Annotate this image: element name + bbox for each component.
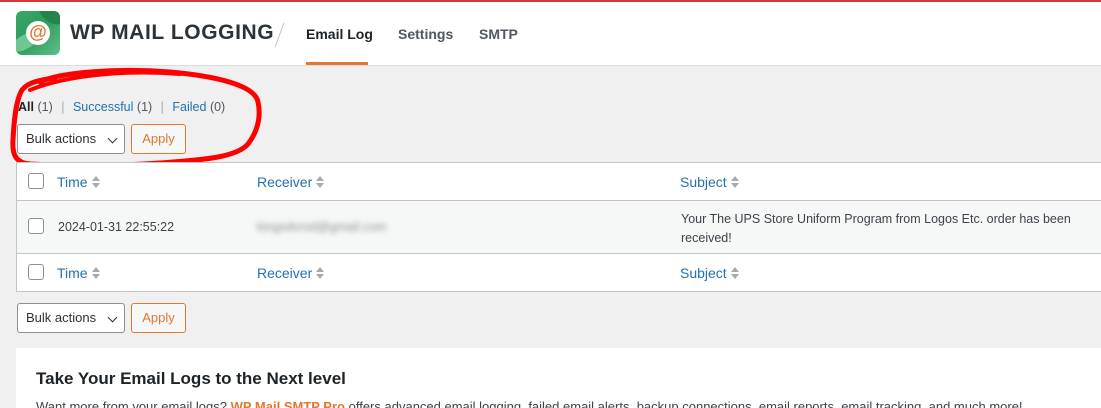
sort-icon [730,176,739,189]
sort-icon [316,267,325,280]
column-subject-label: Subject [680,174,727,190]
filter-all-count: (1) [37,100,53,114]
bulk-actions-value: Bulk actions [26,131,97,146]
filter-failed[interactable]: Failed [172,100,206,114]
table-footer-row: Time Receiver Subject [17,254,1101,292]
column-subject[interactable]: Subject [680,174,739,190]
column-subject-footer[interactable]: Subject [680,265,739,281]
sort-icon [91,267,100,280]
column-receiver-label: Receiver [257,174,313,190]
table-row[interactable]: 2024-01-31 22:55:22 kingsdvrsd@gmail.com… [17,201,1101,254]
filter-all[interactable]: All [18,100,34,114]
filter-separator: | [160,100,164,114]
column-time-label: Time [57,265,88,281]
chevron-down-icon [107,133,118,144]
wp-mail-logging-logo: @ [16,11,60,55]
apply-button-bottom[interactable]: Apply [131,303,186,333]
bulk-actions-value: Bulk actions [26,310,97,325]
cell-receiver: kingsdvrsd@gmail.com [257,220,387,234]
sort-icon [316,176,325,189]
column-receiver[interactable]: Receiver [257,174,325,190]
column-subject-label: Subject [680,265,727,281]
filter-separator: | [61,100,65,114]
tab-smtp[interactable]: SMTP [479,26,518,42]
tab-email-log[interactable]: Email Log [306,26,373,42]
sort-icon [730,267,739,280]
at-sign-icon: @ [26,21,50,45]
select-all-checkbox[interactable] [28,173,44,189]
status-filter-links: All (1) | Successful (1) | Failed (0) [18,100,225,114]
column-time[interactable]: Time [57,174,100,190]
subject-line: Your The UPS Store Uniform Program from … [681,212,1071,226]
filter-successful[interactable]: Successful [73,100,133,114]
email-log-table: Time Receiver Subject 2024-01-31 22:55:2… [16,162,1101,292]
tab-settings[interactable]: Settings [398,26,453,42]
filter-successful-count: (1) [136,100,153,114]
subject-line: received! [681,231,732,245]
app-title: WP MAIL LOGGING [70,21,275,44]
promo-title: Take Your Email Logs to the Next level [36,369,346,388]
column-time-label: Time [57,174,88,190]
bulk-actions-select-bottom[interactable]: Bulk actions [17,303,125,333]
filter-failed-count: (0) [209,100,226,114]
select-all-checkbox-bottom[interactable] [28,264,44,280]
table-header-row: Time Receiver Subject [17,163,1101,201]
promo-text: Want more from your email logs? WP Mail … [36,399,1023,408]
bulk-actions-select-top[interactable]: Bulk actions [17,124,125,154]
plugin-header: @ WP MAIL LOGGING Email Log Settings SMT… [0,2,1101,66]
apply-button-top[interactable]: Apply [131,124,186,154]
wp-mail-smtp-pro-link[interactable]: WP Mail SMTP Pro [231,399,345,408]
cell-subject: Your The UPS Store Uniform Program from … [681,210,1071,248]
column-time-footer[interactable]: Time [57,265,100,281]
active-tab-indicator [306,62,368,65]
promo-text-before: Want more from your email logs? [36,399,227,408]
upgrade-promo-panel: Take Your Email Logs to the Next level W… [16,348,1101,408]
row-checkbox[interactable] [28,218,44,234]
column-receiver-label: Receiver [257,265,313,281]
sort-icon [91,176,100,189]
column-receiver-footer[interactable]: Receiver [257,265,325,281]
header-divider [274,22,285,48]
chevron-down-icon [107,312,118,323]
promo-text-after: offers advanced email logging, failed em… [348,399,1023,408]
cell-time: 2024-01-31 22:55:22 [58,220,175,234]
